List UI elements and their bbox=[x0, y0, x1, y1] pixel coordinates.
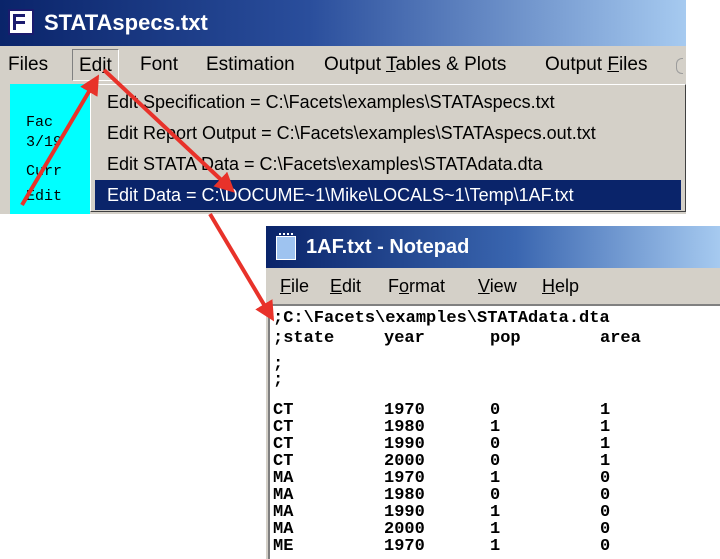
panel-line: Edit bbox=[26, 188, 63, 205]
panel-line: Fac bbox=[26, 114, 54, 131]
table-cell: 1980 bbox=[384, 418, 425, 437]
table-cell: 1990 bbox=[384, 435, 425, 454]
table-cell: 1 bbox=[490, 537, 501, 556]
menu-edit-label-a: Ed bbox=[79, 55, 103, 76]
notepad-menu-edit-label: dit bbox=[342, 276, 362, 296]
panel-line: Curr bbox=[26, 163, 63, 180]
notepad-menu-help[interactable]: Help bbox=[542, 272, 579, 300]
notepad-menu-format-label-a: F bbox=[388, 276, 399, 296]
table-cell: 0 bbox=[490, 401, 501, 420]
column-header-year: year bbox=[384, 329, 425, 348]
notepad-title-bar[interactable]: 1AF.txt - Notepad bbox=[266, 226, 720, 268]
menu-output-files-accel: F bbox=[607, 54, 619, 75]
menu-edit[interactable]: Edit bbox=[72, 49, 119, 81]
table-cell: 0 bbox=[600, 469, 611, 488]
column-header-area: area bbox=[600, 329, 641, 348]
table-cell: 0 bbox=[600, 520, 611, 539]
table-cell: 1 bbox=[490, 469, 501, 488]
notepad-menu-edit[interactable]: Edit bbox=[330, 272, 361, 300]
table-cell: 1970 bbox=[384, 401, 425, 420]
notepad-window: 1AF.txt - Notepad File Edit Format View … bbox=[266, 226, 720, 559]
menu-bar: Files Edit Font Estimation Output Tables… bbox=[0, 46, 686, 84]
table-cell: 2000 bbox=[384, 452, 425, 471]
notepad-menu-format-accel: o bbox=[399, 276, 410, 296]
facets-window: STATAspecs.txt Files Edit Font Estimatio… bbox=[0, 0, 686, 214]
table-cell: MA bbox=[273, 503, 294, 522]
notepad-menu-format-label-b: rmat bbox=[409, 276, 446, 296]
notepad-menu-file-label: ile bbox=[291, 276, 310, 296]
table-cell: 1 bbox=[600, 452, 611, 471]
menu-item-edit-data[interactable]: Edit Data = C:\DOCUME~1\Mike\LOCALS~1\Te… bbox=[95, 180, 681, 210]
table-cell: 1 bbox=[600, 418, 611, 437]
table-cell: 1 bbox=[600, 435, 611, 454]
panel-line: 3/19 bbox=[26, 134, 63, 151]
output-panel: Fac 3/19 Curr Edit bbox=[10, 84, 90, 214]
notepad-menu-bar: File Edit Format View Help bbox=[266, 268, 720, 304]
menu-output-tables-label-a: Output bbox=[324, 54, 386, 75]
notepad-menu-edit-accel: E bbox=[330, 276, 343, 296]
table-cell: 2000 bbox=[384, 520, 425, 539]
facets-app-icon[interactable] bbox=[8, 9, 34, 35]
table-cell: MA bbox=[273, 486, 294, 505]
notepad-menu-help-accel: H bbox=[542, 276, 555, 296]
table-cell: 1970 bbox=[384, 469, 425, 488]
table-cell: 1 bbox=[490, 520, 501, 539]
menu-item-edit-stata-data[interactable]: Edit STATA Data = C:\Facets\examples\STA… bbox=[95, 149, 681, 179]
notepad-menu-view-label: iew bbox=[489, 276, 517, 296]
table-cell: CT bbox=[273, 418, 294, 437]
title-bar[interactable]: STATAspecs.txt bbox=[0, 0, 686, 46]
text-line-state: ;state bbox=[273, 329, 335, 348]
notepad-icon[interactable] bbox=[276, 233, 296, 260]
table-cell: 1980 bbox=[384, 486, 425, 505]
menu-font[interactable]: Font bbox=[140, 49, 178, 81]
notepad-title: 1AF.txt - Notepad bbox=[306, 236, 470, 258]
table-cell: 1 bbox=[600, 401, 611, 420]
table-cell: CT bbox=[273, 401, 294, 420]
table-cell: ME bbox=[273, 537, 294, 556]
edit-dropdown-menu: Edit Specification = C:\Facets\examples\… bbox=[90, 84, 686, 212]
table-cell: MA bbox=[273, 520, 294, 539]
menu-files-label: Files bbox=[8, 54, 49, 75]
table-cell: 1970 bbox=[384, 537, 425, 556]
table-cell: 0 bbox=[600, 486, 611, 505]
table-cell: MA bbox=[273, 469, 294, 488]
column-header-pop: pop bbox=[490, 329, 521, 348]
table-cell: 0 bbox=[490, 452, 501, 471]
table-cell: 1 bbox=[490, 418, 501, 437]
menu-output-files-label-b: iles bbox=[618, 54, 648, 75]
notepad-text-area[interactable]: ;C:\Facets\examples\STATAdata.dta ;state… bbox=[268, 304, 720, 559]
menu-output-files-label-a: Output bbox=[545, 54, 608, 75]
table-cell: 0 bbox=[490, 435, 501, 454]
table-cell: 0 bbox=[600, 537, 611, 556]
text-line-blank: ; bbox=[273, 371, 284, 390]
table-cell: CT bbox=[273, 452, 294, 471]
menu-item-edit-specification[interactable]: Edit Specification = C:\Facets\examples\… bbox=[95, 87, 681, 117]
table-cell: 1 bbox=[490, 503, 501, 522]
menu-edit-label-b: t bbox=[106, 55, 112, 76]
notepad-menu-view[interactable]: View bbox=[478, 272, 517, 300]
table-cell: 0 bbox=[490, 486, 501, 505]
table-cell: 1990 bbox=[384, 503, 425, 522]
table-cell: 0 bbox=[600, 503, 611, 522]
text-line-path: ;C:\Facets\examples\STATAdata.dta bbox=[273, 309, 610, 328]
notepad-menu-file[interactable]: File bbox=[280, 272, 309, 300]
arrow-to-notepad bbox=[208, 212, 275, 322]
notepad-menu-view-accel: V bbox=[478, 276, 490, 296]
menu-font-label: Font bbox=[140, 54, 179, 75]
menu-item-edit-report-output[interactable]: Edit Report Output = C:\Facets\examples\… bbox=[95, 118, 681, 148]
menu-files[interactable]: Files bbox=[8, 49, 48, 81]
menu-overflow-edge bbox=[676, 58, 683, 74]
notepad-menu-file-accel: F bbox=[280, 276, 291, 296]
menu-estimation[interactable]: Estimation bbox=[206, 49, 295, 81]
window-title: STATAspecs.txt bbox=[44, 10, 208, 35]
notepad-menu-help-label: elp bbox=[555, 276, 580, 296]
notepad-menu-format[interactable]: Format bbox=[388, 272, 445, 300]
table-cell: CT bbox=[273, 435, 294, 454]
menu-output-files[interactable]: Output Files bbox=[545, 49, 647, 81]
menu-output-tables-plots[interactable]: Output Tables & Plots bbox=[324, 49, 506, 81]
menu-estimation-label: Estimation bbox=[206, 54, 295, 75]
menu-output-tables-label-b: ables & Plots bbox=[395, 54, 507, 75]
